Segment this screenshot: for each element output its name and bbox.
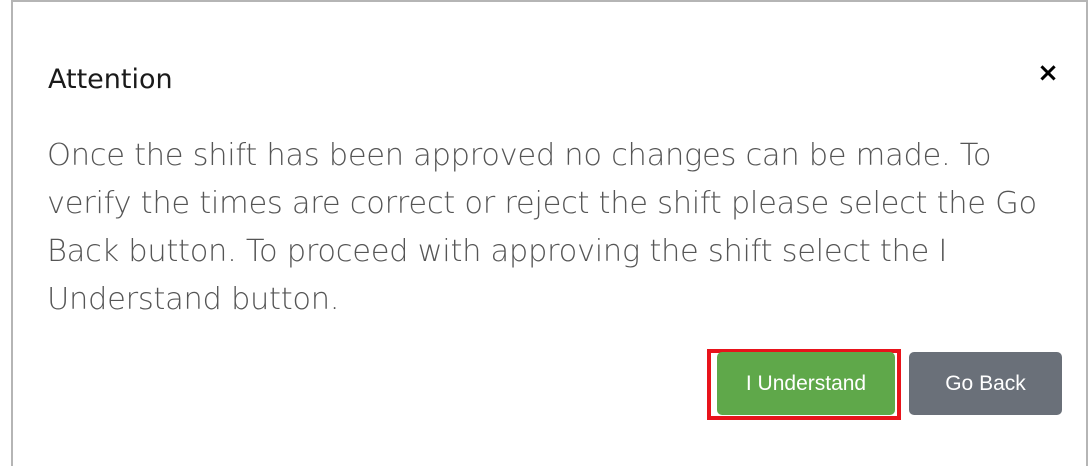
dialog-message: Once the shift has been approved no chan… bbox=[47, 138, 1037, 317]
go-back-button[interactable]: Go Back bbox=[909, 352, 1062, 415]
i-understand-button[interactable]: I Understand bbox=[717, 352, 895, 415]
attention-dialog: Attention × Once the shift has been appr… bbox=[11, 0, 1088, 466]
close-icon[interactable]: × bbox=[1033, 58, 1063, 88]
dialog-title: Attention bbox=[48, 64, 173, 95]
